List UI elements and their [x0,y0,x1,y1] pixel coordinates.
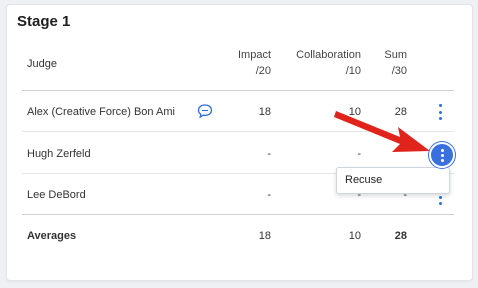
collaboration-max: /10 [345,65,361,77]
impact-score: - [267,148,271,160]
row-menu-button-active[interactable] [429,142,455,168]
average-collaboration: 10 [348,230,361,242]
collaboration-label: Collaboration [296,49,361,61]
sum-max: /30 [391,65,407,77]
averages-divider [22,214,454,215]
column-header-collaboration: Collaboration /10 [279,47,361,79]
dot-icon [440,148,444,152]
average-impact: 18 [258,230,271,242]
recuse-menu-item[interactable]: Recuse [345,174,382,186]
pointer-arrow-icon [334,111,430,152]
impact-max: /20 [255,65,271,77]
row-action-menu: Recuse [336,167,450,194]
column-header-sum: Sum /30 [367,47,407,79]
dot-icon [440,158,444,162]
impact-score: - [267,189,271,201]
judge-name: Lee DeBord [27,189,86,201]
dot-icon [438,202,442,205]
impact-label: Impact [237,49,271,61]
stage-title: Stage 1 [17,13,71,30]
header-divider [22,90,454,91]
sum-label: Sum [384,49,407,61]
column-header-impact: Impact /20 [221,47,271,79]
judge-name: Hugh Zerfeld [27,148,91,160]
column-header-judge: Judge [27,58,57,70]
comment-bubble-icon[interactable] [197,103,213,119]
dot-icon [438,195,442,199]
dot-icon [440,153,444,157]
average-sum: 28 [394,230,407,242]
impact-score: 18 [258,106,271,118]
averages-label: Averages [27,230,77,242]
judge-name: Alex (Creative Force) Bon Ami [27,106,175,118]
